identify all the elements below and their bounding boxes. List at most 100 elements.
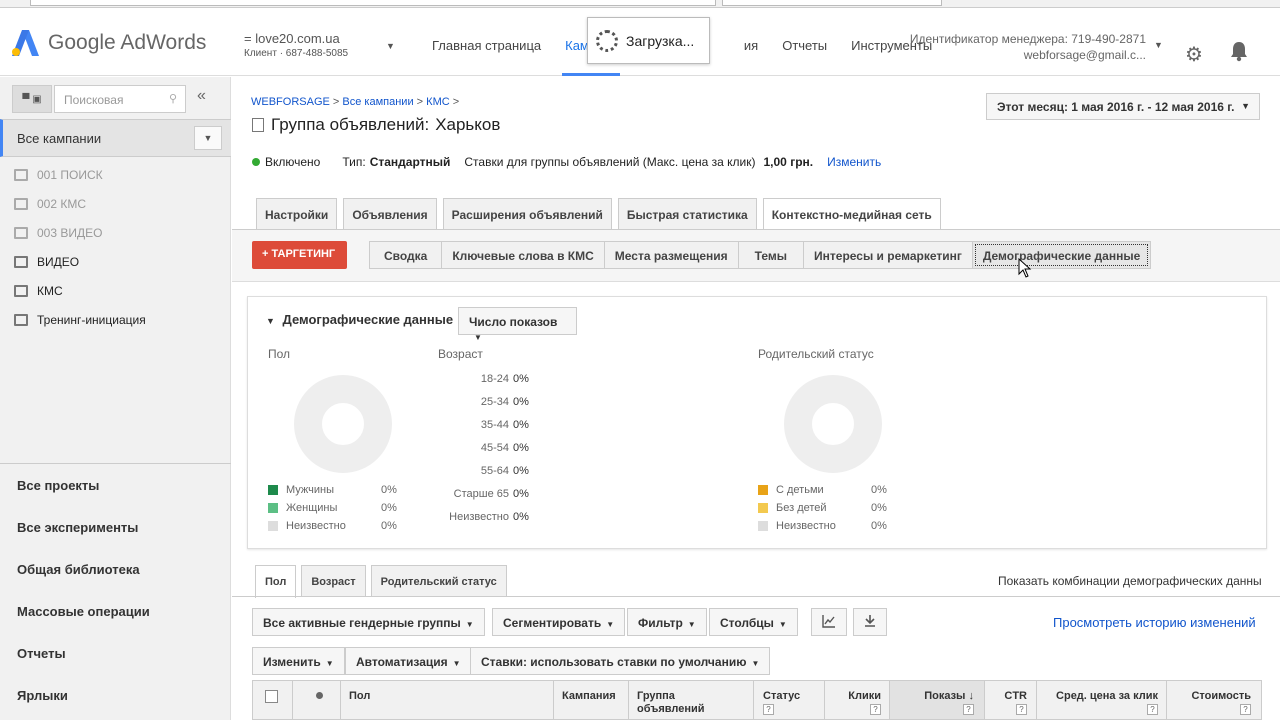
sidebar-campaign[interactable]: Тренинг-инициация — [14, 313, 146, 327]
age-pct: 0% — [513, 442, 529, 454]
download-button[interactable] — [853, 608, 887, 636]
legend-item: Мужчины — [268, 484, 334, 496]
chevron-down-icon: ▼ — [606, 620, 615, 629]
subtab-demographics[interactable]: Демографические данные — [972, 242, 1151, 268]
column-separator — [553, 680, 554, 720]
adwords-logo[interactable]: Google AdWords — [12, 30, 206, 56]
status-dot-icon[interactable] — [316, 692, 323, 699]
help-icon[interactable]: ? — [1240, 704, 1251, 715]
column-separator — [753, 680, 754, 720]
tab-age[interactable]: Возраст — [301, 565, 366, 597]
show-combinations-link[interactable]: Показать комбинации демографических данн… — [998, 574, 1262, 588]
tab-display-network[interactable]: Контекстно-медийная сеть — [762, 198, 941, 231]
nav-home[interactable]: Главная страница — [432, 38, 541, 53]
tab-extensions[interactable]: Расширения объявлений — [442, 198, 612, 229]
sidebar-link-projects[interactable]: Все проекты — [17, 478, 99, 493]
sidebar-link-labels[interactable]: Ярлыки — [17, 688, 68, 703]
sidebar-campaign[interactable]: 001 ПОИСК — [14, 168, 103, 182]
legend-label: Неизвестно — [776, 520, 836, 532]
campaign-label: 001 ПОИСК — [37, 168, 103, 182]
sidebar-link-library[interactable]: Общая библиотека — [17, 562, 140, 577]
filter-button[interactable]: Фильтр ▼ — [627, 608, 707, 636]
chart-button[interactable] — [811, 608, 847, 636]
th-status[interactable]: Статус ? — [763, 690, 800, 716]
help-icon[interactable]: ? — [1016, 704, 1027, 715]
th-clicks[interactable]: Клики ? — [846, 690, 881, 716]
sidebar-campaign[interactable]: 002 КМС — [14, 197, 86, 211]
demographics-title[interactable]: ▼ Демографические данные — [266, 312, 453, 327]
th-adgroup[interactable]: Группа объявлений — [637, 690, 705, 716]
gender-filter-dropdown[interactable]: Все активные гендерные группы ▼ — [252, 608, 485, 636]
breadcrumb-item[interactable]: КМС — [426, 96, 450, 108]
browser-search-bar[interactable] — [722, 0, 942, 6]
date-range-picker[interactable]: Этот месяц: 1 мая 2016 г. - 12 мая 2016 … — [986, 93, 1260, 120]
select-all-checkbox[interactable] — [265, 690, 278, 703]
subtab-placements[interactable]: Места размещения — [605, 242, 739, 268]
th-ctr[interactable]: CTR ? — [1000, 690, 1027, 716]
sidebar-search-input[interactable]: Поисковая ⚲ — [54, 85, 186, 113]
columns-button[interactable]: Столбцы ▼ — [709, 608, 798, 636]
sidebar-campaign[interactable]: ВИДЕО — [14, 255, 79, 269]
sidebar-all-campaigns[interactable]: Все кампании ▼ — [0, 119, 231, 157]
th-gender[interactable]: Пол — [349, 690, 370, 703]
search-icon[interactable]: ⚲ — [169, 92, 177, 105]
chevron-down-icon[interactable]: ▼ — [194, 126, 222, 150]
manager-info[interactable]: Идентификатор менеджера: 719-490-2871 we… — [910, 31, 1146, 63]
sidebar-link-bulk[interactable]: Массовые операции — [17, 604, 150, 619]
tab-quick-stats[interactable]: Быстрая статистика — [617, 198, 757, 229]
help-icon[interactable]: ? — [963, 704, 974, 715]
video-icon — [14, 256, 28, 268]
th-cost[interactable]: Стоимость ? — [1175, 690, 1251, 716]
sidebar-link-reports[interactable]: Отчеты — [17, 646, 66, 661]
bell-icon[interactable] — [1228, 40, 1250, 65]
sidebar-link-experiments[interactable]: Все эксперименты — [17, 520, 138, 535]
tab-settings[interactable]: Настройки — [256, 198, 338, 229]
manager-caret-icon[interactable]: ▼ — [1154, 40, 1163, 50]
chevron-down-icon: ▼ — [474, 333, 482, 342]
breadcrumb-item[interactable]: WEBFORSAGE — [251, 96, 330, 108]
bids-button[interactable]: Ставки: использовать ставки по умолчанию… — [470, 647, 771, 675]
gender-donut-chart — [294, 375, 392, 473]
targeting-button[interactable]: + ТАРГЕТИНГ — [252, 241, 347, 269]
edit-button[interactable]: Изменить ▼ — [252, 647, 345, 675]
th-campaign[interactable]: Кампания — [562, 690, 616, 703]
campaign-label: КМС — [37, 284, 63, 298]
sidebar-campaign[interactable]: КМС — [14, 284, 63, 298]
manager-id: Идентификатор менеджера: 719-490-2871 — [909, 32, 1146, 46]
segment-button[interactable]: Сегментировать ▼ — [492, 608, 626, 636]
metric-dropdown[interactable]: Число показов ▼ — [458, 307, 577, 342]
chevron-down-icon: ▼ — [687, 620, 696, 629]
help-icon[interactable]: ? — [1147, 704, 1158, 715]
help-icon[interactable]: ? — [870, 704, 881, 715]
sidebar-divider — [0, 463, 231, 464]
nav-reports[interactable]: Отчеты — [782, 38, 827, 53]
account-selector[interactable]: = love20.com.ua Клиент · 687-488-5085 — [244, 31, 348, 59]
account-caret-icon[interactable]: ▼ — [386, 41, 395, 51]
tab-gender[interactable]: Пол — [255, 565, 297, 598]
folder-icon[interactable]: ▀ ▣ — [12, 85, 52, 113]
nav-optimization[interactable]: ия — [744, 38, 758, 53]
breadcrumb-item[interactable]: Все кампании — [342, 96, 413, 108]
change-history-link[interactable]: Просмотреть историю изменений — [1053, 615, 1256, 630]
sidebar-campaign[interactable]: 003 ВИДЕО — [14, 226, 102, 240]
th-avg-cpc[interactable]: Сред. цена за клик ? — [1048, 690, 1158, 716]
subtab-interests[interactable]: Интересы и ремаркетинг — [804, 242, 973, 268]
tab-ads[interactable]: Объявления — [343, 198, 437, 229]
help-icon[interactable]: ? — [763, 704, 774, 715]
chevron-down-icon: ▼ — [778, 620, 787, 629]
display-subtabs: Сводка Ключевые слова в КМС Места размещ… — [369, 241, 1152, 269]
sort-desc-icon: ↓ — [968, 690, 975, 702]
subtab-summary[interactable]: Сводка — [370, 242, 443, 268]
legend-item: Женщины — [268, 502, 337, 514]
subtab-topics[interactable]: Темы — [739, 242, 805, 268]
age-pct: 0% — [513, 465, 529, 477]
column-separator — [628, 680, 629, 720]
gear-icon[interactable]: ⚙ — [1185, 42, 1203, 67]
collapse-icon[interactable]: « — [197, 87, 206, 105]
subtab-keywords[interactable]: Ключевые слова в КМС — [442, 242, 605, 268]
tab-parental[interactable]: Родительский статус — [370, 565, 507, 597]
address-bar[interactable] — [30, 0, 716, 6]
automation-button[interactable]: Автоматизация ▼ — [345, 647, 472, 675]
edit-bid-link[interactable]: Изменить — [827, 155, 881, 169]
th-impressions[interactable]: Показы ↓ ? — [916, 690, 974, 716]
